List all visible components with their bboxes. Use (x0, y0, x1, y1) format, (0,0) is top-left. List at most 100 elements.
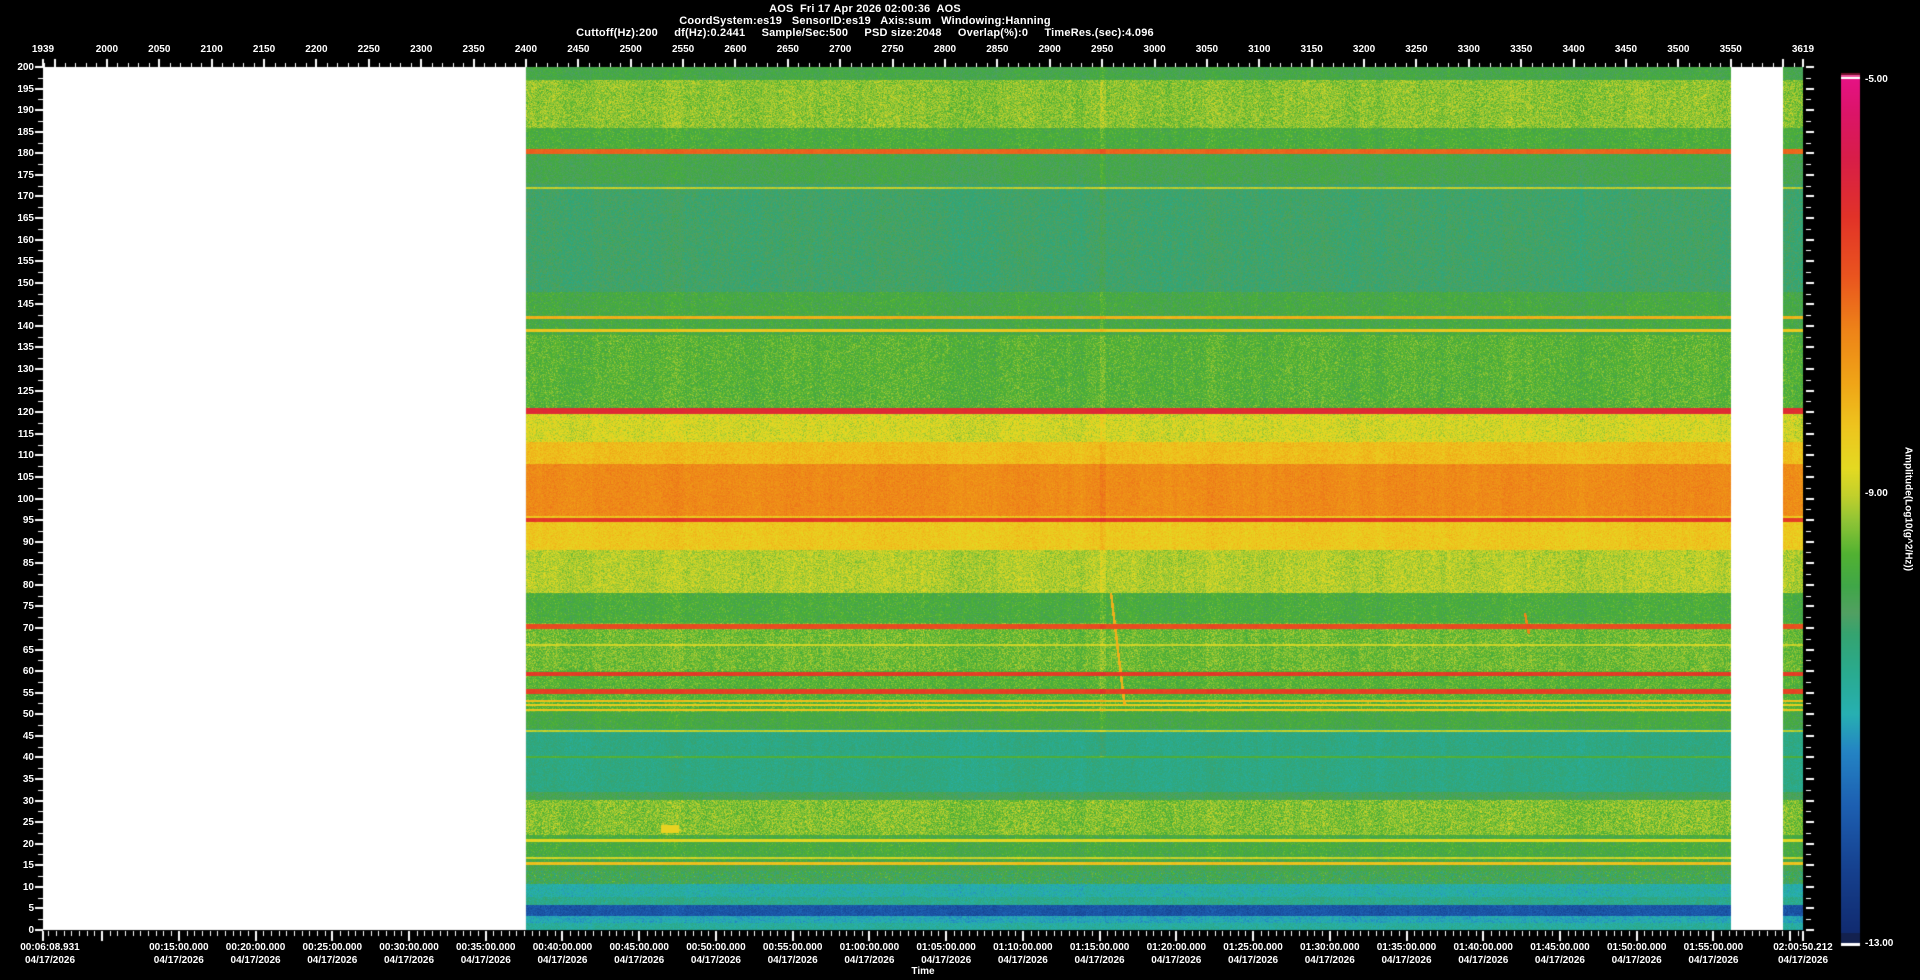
date-label: 04/17/2026 (25, 955, 75, 966)
record-axis-label: 2200 (305, 44, 327, 55)
record-axis-label: 2500 (620, 44, 642, 55)
record-axis-label: 3350 (1510, 44, 1532, 55)
date-label: 04/17/2026 (231, 955, 281, 966)
date-label: 04/17/2026 (1778, 955, 1828, 966)
frequency-axis-label: 30 (4, 796, 34, 807)
frequency-axis-label: 180 (4, 148, 34, 159)
header: AOS Fri 17 Apr 2026 02:00:36 AOS CoordSy… (0, 3, 1730, 39)
colorbar-tick-label: -9.00 (1865, 488, 1888, 499)
frequency-axis-label: 40 (4, 752, 34, 763)
date-label: 04/17/2026 (1612, 955, 1662, 966)
date-label: 04/17/2026 (461, 955, 511, 966)
time-axis-label: 00:25:00.000 (303, 942, 363, 953)
record-axis-label: 2250 (358, 44, 380, 55)
frequency-axis-label: 200 (4, 62, 34, 73)
date-label: 04/17/2026 (1305, 955, 1355, 966)
frequency-axis-label: 115 (4, 429, 34, 440)
frequency-axis-label: 120 (4, 407, 34, 418)
frequency-axis-label: 190 (4, 105, 34, 116)
frequency-axis-label: 85 (4, 558, 34, 569)
time-axis-label: 00:30:00.000 (379, 942, 439, 953)
record-axis-label: 2800 (934, 44, 956, 55)
spectrogram-plot-area[interactable] (43, 67, 1803, 930)
record-axis-label: 2450 (567, 44, 589, 55)
record-axis-label: 3250 (1405, 44, 1427, 55)
frequency-axis-label: 10 (4, 882, 34, 893)
frequency-axis-label: 60 (4, 666, 34, 677)
frequency-axis-label: 185 (4, 127, 34, 138)
date-label: 04/17/2026 (768, 955, 818, 966)
date-label: 04/17/2026 (1151, 955, 1201, 966)
frequency-axis-label: 175 (4, 170, 34, 181)
date-label: 04/17/2026 (1535, 955, 1585, 966)
window-title: AOS Fri 17 Apr 2026 02:00:36 AOS (0, 3, 1730, 15)
date-label: 04/17/2026 (691, 955, 741, 966)
time-axis-label: 00:20:00.000 (226, 942, 286, 953)
record-axis-label: 2650 (777, 44, 799, 55)
time-axis-label: 01:20:00.000 (1147, 942, 1207, 953)
time-axis-label: 01:00:00.000 (840, 942, 900, 953)
frequency-axis-label: 165 (4, 213, 34, 224)
frequency-axis-label: 125 (4, 386, 34, 397)
time-axis-label: 01:55:00.000 (1684, 942, 1744, 953)
date-label: 04/17/2026 (998, 955, 1048, 966)
frequency-axis-label: 140 (4, 321, 34, 332)
record-axis-label: 2000 (96, 44, 118, 55)
record-axis-label: 2950 (1091, 44, 1113, 55)
record-axis-label: 2400 (515, 44, 537, 55)
frequency-axis-label: 55 (4, 688, 34, 699)
record-axis-label: 2850 (986, 44, 1008, 55)
frequency-axis-label: 130 (4, 364, 34, 375)
record-axis-label: 2750 (881, 44, 903, 55)
record-axis-label: 3400 (1562, 44, 1584, 55)
frequency-axis-label: 5 (4, 903, 34, 914)
frequency-axis-label: 170 (4, 191, 34, 202)
time-axis-label: 00:06:08.931 (20, 942, 80, 953)
date-label: 04/17/2026 (1381, 955, 1431, 966)
time-axis-label: 01:10:00.000 (993, 942, 1053, 953)
record-axis-label: 2350 (462, 44, 484, 55)
record-axis-label: 3100 (1248, 44, 1270, 55)
date-label: 04/17/2026 (1688, 955, 1738, 966)
frequency-axis-label: 90 (4, 537, 34, 548)
record-axis-label: 2550 (672, 44, 694, 55)
frequency-axis-label: 35 (4, 774, 34, 785)
date-label: 04/17/2026 (154, 955, 204, 966)
time-axis-label: 00:45:00.000 (609, 942, 669, 953)
frequency-axis-label: 0 (4, 925, 34, 936)
date-label: 04/17/2026 (307, 955, 357, 966)
date-label: 04/17/2026 (614, 955, 664, 966)
date-label: 04/17/2026 (537, 955, 587, 966)
frequency-axis-label: 75 (4, 601, 34, 612)
time-axis-label: 01:15:00.000 (1070, 942, 1130, 953)
record-axis-label: 2600 (724, 44, 746, 55)
frequency-axis-label: 15 (4, 860, 34, 871)
record-axis-label: 2150 (253, 44, 275, 55)
time-axis-label: 01:40:00.000 (1453, 942, 1513, 953)
record-axis-label: 2050 (148, 44, 170, 55)
record-axis-label: 3000 (1143, 44, 1165, 55)
date-label: 04/17/2026 (1228, 955, 1278, 966)
frequency-axis-label: 155 (4, 256, 34, 267)
time-axis-label: 00:40:00.000 (533, 942, 593, 953)
date-label: 04/17/2026 (1075, 955, 1125, 966)
frequency-axis-label: 100 (4, 494, 34, 505)
frequency-axis-label: 45 (4, 731, 34, 742)
time-axis-label: 01:35:00.000 (1377, 942, 1437, 953)
time-axis-label: 00:35:00.000 (456, 942, 516, 953)
record-axis-label: 3150 (1301, 44, 1323, 55)
time-axis-label: 00:15:00.000 (149, 942, 209, 953)
sensor-params: CoordSystem:es19 SensorID:es19 Axis:sum … (0, 15, 1730, 27)
time-axis-label: 01:45:00.000 (1530, 942, 1590, 953)
time-axis-label: 01:30:00.000 (1300, 942, 1360, 953)
record-axis-label: 3200 (1353, 44, 1375, 55)
frequency-axis-label: 50 (4, 709, 34, 720)
record-axis-label: 3550 (1720, 44, 1742, 55)
record-axis-label: 3619 (1792, 44, 1814, 55)
date-label: 04/17/2026 (921, 955, 971, 966)
record-axis-label: 2300 (410, 44, 432, 55)
frequency-axis-label: 145 (4, 299, 34, 310)
frequency-axis-label: 195 (4, 84, 34, 95)
frequency-axis-label: 20 (4, 839, 34, 850)
colorbar-tick-label: -13.00 (1865, 938, 1893, 949)
